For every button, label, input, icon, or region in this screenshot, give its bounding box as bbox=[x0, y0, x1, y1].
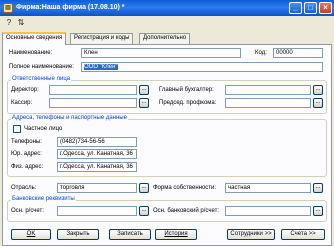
chief-accountant-select-button[interactable]: ... bbox=[313, 85, 323, 95]
tab-registration-codes[interactable]: Регистрация и коды bbox=[70, 33, 134, 44]
physical-address-label: Физ. адрес: bbox=[11, 164, 44, 170]
window-title: Фирма:Наша фирма (17.08.10) * bbox=[16, 4, 125, 11]
private-person-checkbox[interactable] bbox=[13, 125, 21, 133]
toolbar: ? ⇅ bbox=[0, 16, 334, 30]
industry-label: Отрасль: bbox=[11, 185, 37, 191]
name-label: Наименование: bbox=[9, 50, 53, 56]
main-account-select-button[interactable]: ... bbox=[139, 206, 149, 216]
legal-address-input[interactable]: г.Одесса, ул. Канатная, 36 bbox=[57, 149, 137, 159]
company-doc-icon: ▤ bbox=[3, 3, 13, 13]
industry-input[interactable]: торговля bbox=[57, 183, 137, 193]
phones-input[interactable]: (0482)734-56-56 bbox=[57, 137, 137, 147]
save-button-label: Записать bbox=[117, 231, 143, 237]
name-input[interactable]: Клен bbox=[81, 48, 241, 58]
bank-group-title: Банковские реквизиты bbox=[11, 196, 76, 202]
accounts-button[interactable]: Счета >> bbox=[281, 229, 325, 240]
maximize-button[interactable]: □ bbox=[304, 2, 317, 14]
main-panel: Наименование: Клен Код: 00000 Полное наи… bbox=[2, 44, 332, 246]
main-bank-account-select-button[interactable]: ... bbox=[313, 206, 323, 216]
accounts-button-label: Счета >> bbox=[290, 231, 316, 237]
ownership-label: Форма собственности: bbox=[153, 185, 217, 191]
director-label: Директор: bbox=[11, 87, 39, 93]
title-bar[interactable]: ▤ Фирма:Наша фирма (17.08.10) * _ □ × bbox=[0, 0, 334, 16]
employees-button-label: Сотрудники >> bbox=[230, 231, 272, 237]
phones-label: Телефоны: bbox=[11, 139, 42, 145]
save-button[interactable]: Записать bbox=[109, 229, 151, 240]
help-icon[interactable]: ? bbox=[4, 18, 14, 28]
fullname-input[interactable]: ООО "Клен" bbox=[81, 62, 323, 72]
history-button-label: История bbox=[164, 231, 188, 237]
fullname-value: ООО "Клен" bbox=[84, 64, 118, 70]
ownership-select-button[interactable]: ... bbox=[313, 183, 323, 193]
director-select-button[interactable]: ... bbox=[139, 85, 149, 95]
close-button[interactable]: Закрыть bbox=[57, 229, 99, 240]
director-input[interactable] bbox=[49, 85, 137, 95]
fullname-label: Полное наименование: bbox=[9, 64, 74, 70]
settings-icon[interactable]: ⇅ bbox=[16, 18, 26, 28]
responsible-group-title: Ответственные лица bbox=[11, 76, 72, 82]
code-input[interactable]: 00000 bbox=[273, 48, 323, 58]
history-button[interactable]: История bbox=[155, 229, 197, 240]
main-account-label: Осн. р/счет: bbox=[11, 208, 44, 214]
main-bank-account-label: Осн. банковский р/счет: bbox=[153, 208, 220, 214]
close-window-button[interactable]: × bbox=[319, 2, 332, 14]
cashier-label: Кассир: bbox=[11, 100, 33, 106]
legal-address-label: Юр. адрес: bbox=[11, 151, 42, 157]
code-label: Код: bbox=[255, 50, 267, 56]
ok-button-label: OK bbox=[26, 231, 36, 237]
cashier-select-button[interactable]: ... bbox=[139, 98, 149, 108]
union-chair-input[interactable] bbox=[225, 98, 311, 108]
ownership-input[interactable]: частная bbox=[225, 183, 311, 193]
main-account-input[interactable] bbox=[57, 206, 137, 216]
ok-button[interactable]: OK bbox=[11, 229, 51, 240]
cashier-input[interactable] bbox=[49, 98, 137, 108]
union-chair-label: Председ. профкома: bbox=[159, 100, 217, 106]
union-chair-select-button[interactable]: ... bbox=[313, 98, 323, 108]
chief-accountant-input[interactable] bbox=[225, 85, 311, 95]
physical-address-input[interactable]: г.Одесса, ул. Канатная, 36 bbox=[57, 162, 137, 172]
contacts-group-title: Адреса, телефоны и паспортные данные bbox=[11, 115, 128, 121]
close-button-label: Закрыть bbox=[66, 231, 90, 237]
main-bank-account-input[interactable] bbox=[225, 206, 311, 216]
private-person-label: Частное лицо bbox=[24, 126, 63, 132]
employees-button[interactable]: Сотрудники >> bbox=[227, 229, 275, 240]
tab-main-info[interactable]: Основные сведения bbox=[2, 32, 67, 45]
chief-accountant-label: Главный бухгалтер: bbox=[159, 87, 214, 93]
industry-select-button[interactable]: ... bbox=[139, 183, 149, 193]
minimize-button[interactable]: _ bbox=[289, 2, 302, 14]
tab-additional[interactable]: Дополнительно bbox=[139, 33, 191, 44]
